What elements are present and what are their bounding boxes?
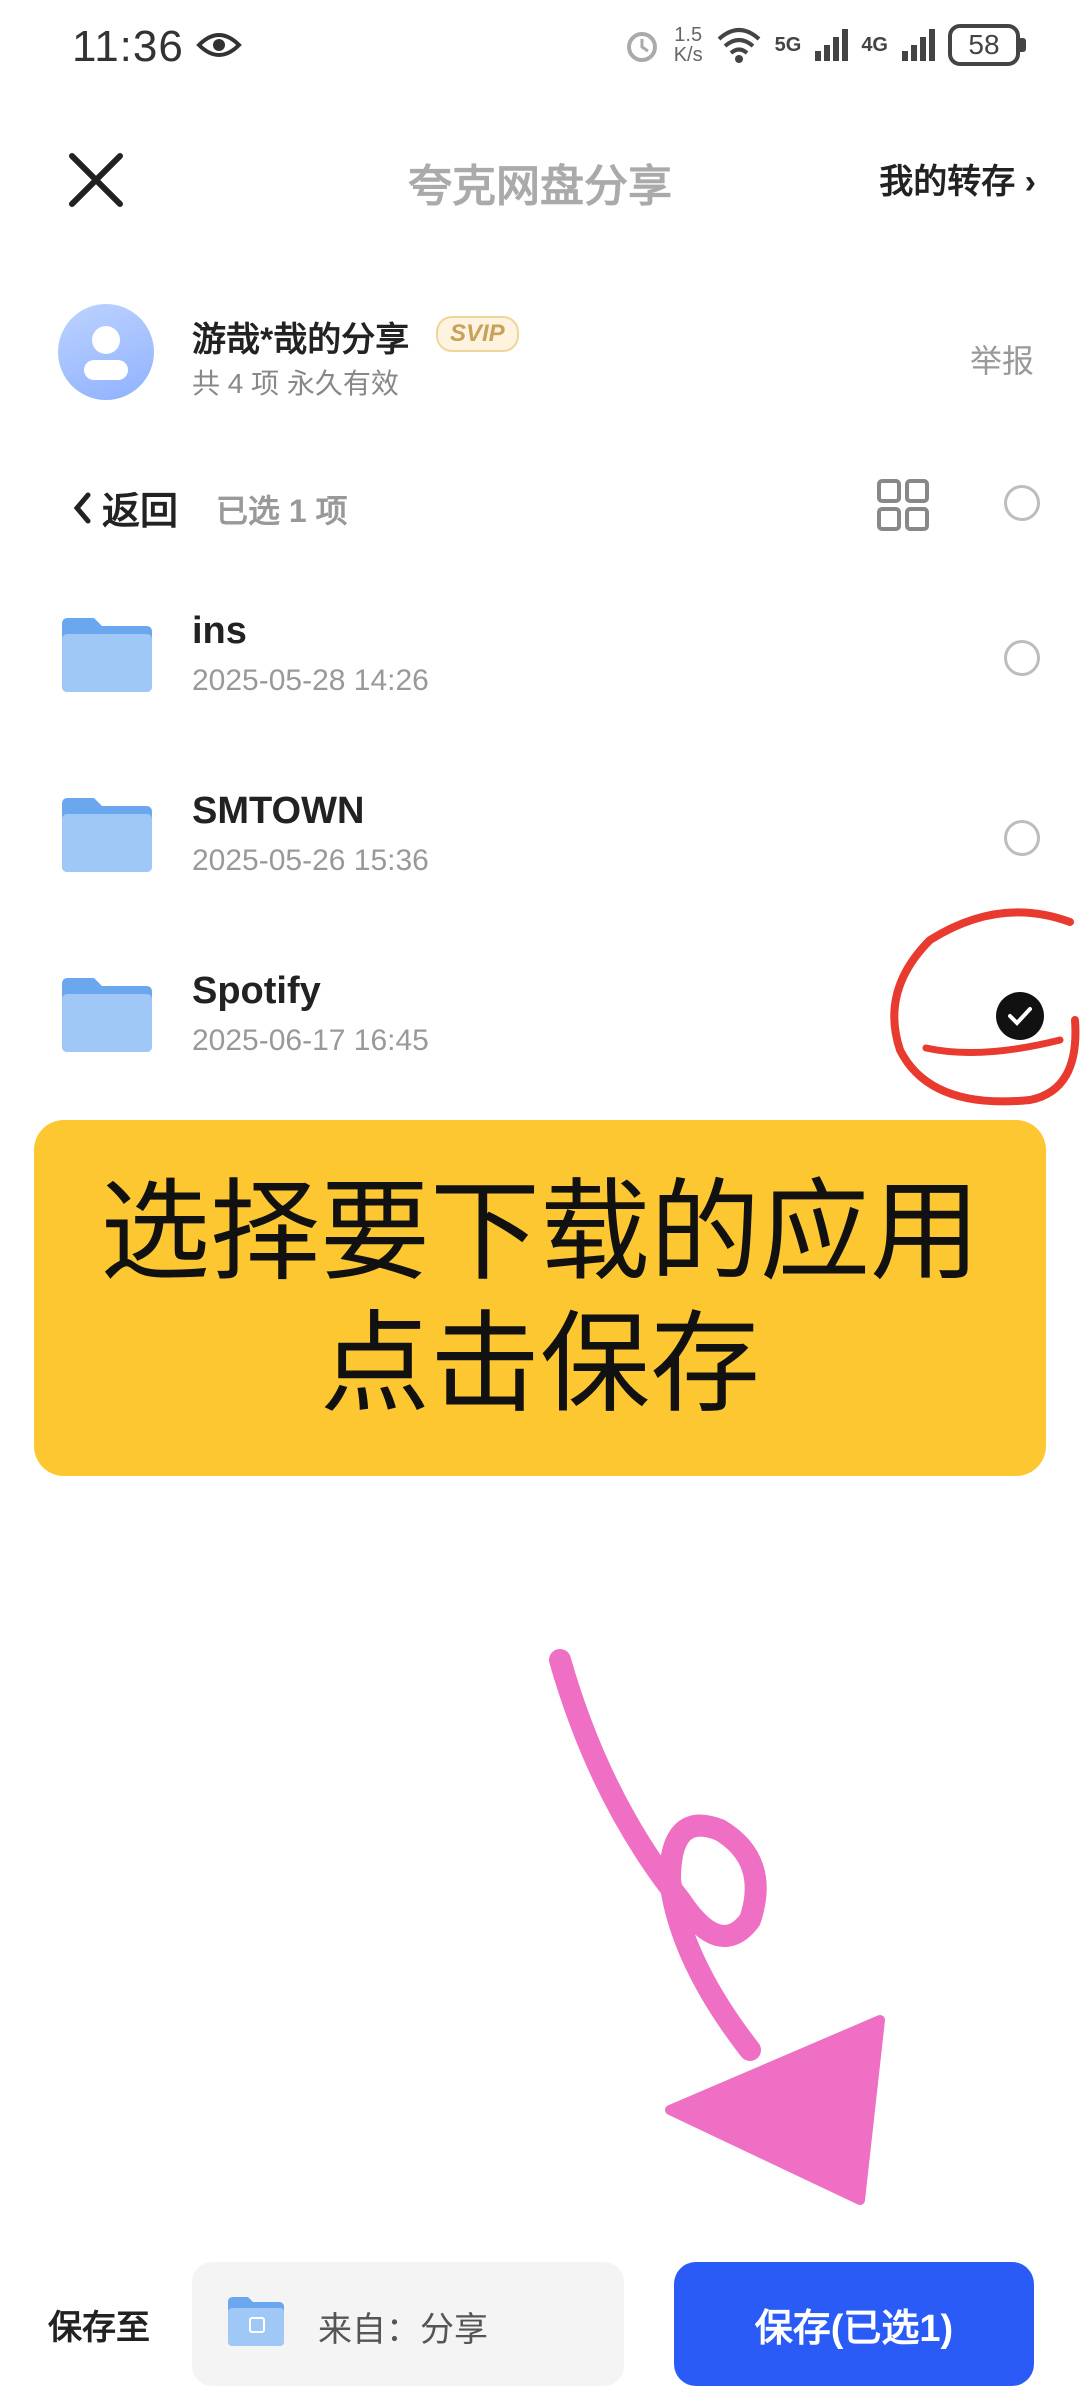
chevron-left-icon (73, 492, 91, 523)
grid-view-icon[interactable] (876, 478, 930, 532)
banner-line-2: 点击保存 (320, 1300, 760, 1428)
list-item[interactable]: ins 2025-05-28 14:26 (0, 580, 1080, 760)
status-time: 11:36 (72, 22, 184, 71)
back-label: 返回 (102, 491, 179, 533)
folder-icon (228, 2297, 284, 2346)
save-button[interactable]: 保存(已选1) (674, 2262, 1034, 2386)
destination-selector[interactable]: 来自：分享 (192, 2262, 624, 2386)
file-date: 2025-05-28 14:26 (192, 664, 429, 697)
net-speed: 1.5 K/s (673, 24, 703, 66)
folder-icon (62, 618, 152, 692)
save-to-label: 保存至 (48, 2309, 150, 2347)
file-date: 2025-05-26 15:36 (192, 844, 429, 877)
signal-5g-label: 5G (774, 33, 802, 56)
select-radio[interactable] (1004, 820, 1040, 856)
instruction-banner: 选择要下载的应用 点击保存 (34, 1120, 1046, 1476)
selected-count: 已选 1 项 (216, 493, 348, 529)
annotation-circle (890, 908, 1080, 1106)
my-transfer-link[interactable]: 我的转存 › (879, 154, 1036, 203)
back-button[interactable]: 返回 (72, 480, 178, 535)
signal-icon (815, 29, 849, 61)
file-name: Spotify (192, 970, 321, 1012)
file-name: ins (192, 610, 247, 652)
svip-badge: SVIP (436, 316, 519, 352)
file-date: 2025-06-17 16:45 (192, 1024, 429, 1057)
file-name: SMTOWN (192, 790, 365, 832)
wifi-icon (717, 28, 760, 63)
signal-4g-label: 4G (861, 33, 888, 56)
eye-icon (196, 33, 242, 57)
share-meta: 共 4 项 永久有效 (192, 368, 399, 399)
banner-line-1: 选择要下载的应用 (100, 1168, 980, 1296)
user-icon (84, 326, 128, 380)
battery-icon: 58 (948, 24, 1026, 66)
select-all-radio[interactable] (1004, 485, 1040, 521)
annotation-arrow (549, 1649, 885, 2205)
alarm-icon (626, 32, 657, 62)
folder-icon (62, 978, 152, 1052)
report-button[interactable]: 举报 (970, 336, 1034, 382)
folder-icon (62, 798, 152, 872)
sharer-name: 游哉*哉的分享 (192, 321, 410, 359)
signal-icon (902, 29, 935, 61)
select-radio[interactable] (1004, 640, 1040, 676)
status-icons: 1.5 K/s 5G 4G 58 (622, 24, 1026, 66)
destination-text: 来自：分享 (318, 2311, 488, 2349)
avatar (58, 304, 154, 400)
